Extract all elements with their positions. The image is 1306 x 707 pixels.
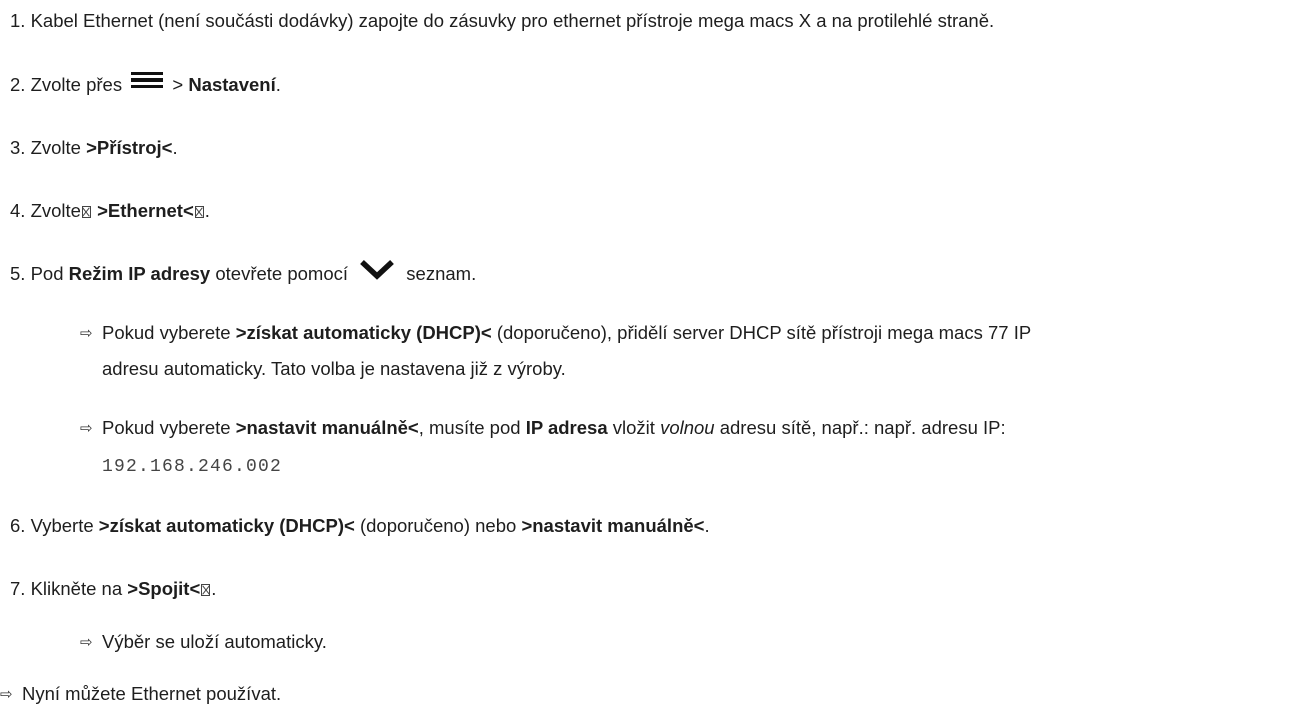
step-number: 1. bbox=[10, 10, 26, 31]
dhcp-option-label: >získat automaticky (DHCP)< bbox=[235, 322, 492, 343]
step-text: Vyberte bbox=[30, 515, 94, 536]
final-result: ⇨ Nyní můžete Ethernet používat. bbox=[0, 683, 282, 704]
result-saved: ⇨ Výběr se uloží automaticky. bbox=[80, 631, 327, 652]
step-5: 5. Pod Režim IP adresy otevřete pomocí s… bbox=[10, 260, 476, 287]
manual-option-label: >nastavit manuálně< bbox=[235, 417, 419, 438]
manual-option-label: >nastavit manuálně< bbox=[521, 515, 705, 536]
step-number: 3. bbox=[10, 137, 26, 158]
result-arrow-icon: ⇨ bbox=[0, 685, 13, 703]
step-text: Klikněte na bbox=[30, 578, 123, 599]
step-text: Zvolte přes bbox=[30, 74, 123, 95]
result-arrow-icon: ⇨ bbox=[80, 324, 93, 342]
volnou-text: volnou bbox=[660, 417, 715, 438]
chevron-down-icon bbox=[360, 260, 395, 280]
spojit-label: >Spojit< bbox=[127, 578, 201, 599]
step-number: 6. bbox=[10, 515, 26, 536]
result-arrow-icon: ⇨ bbox=[80, 419, 93, 437]
step-3: 3. Zvolte >Přístroj<. bbox=[10, 137, 178, 158]
step-number: 2. bbox=[10, 74, 26, 95]
step-number: 7. bbox=[10, 578, 26, 599]
missing-glyph-box-icon bbox=[194, 206, 204, 218]
pristroj-label: >Přístroj< bbox=[86, 137, 173, 158]
step-text: Zvolte bbox=[30, 137, 81, 158]
step-2: 2. Zvolte přes > Nastavení. bbox=[10, 71, 281, 97]
missing-glyph-box-icon bbox=[81, 206, 91, 218]
step-7: 7. Klikněte na >Spojit<. bbox=[10, 578, 217, 599]
step-text: Kabel Ethernet (není součásti dodávky) z… bbox=[30, 10, 995, 31]
step-text: Pod bbox=[30, 263, 64, 284]
rezim-ip-label: Režim IP adresy bbox=[68, 263, 211, 284]
step-1: 1. Kabel Ethernet (není součásti dodávky… bbox=[10, 9, 994, 33]
ethernet-label: >Ethernet< bbox=[97, 200, 194, 221]
nastaveni-label: Nastavení bbox=[188, 74, 276, 95]
ip-address-label: IP adresa bbox=[525, 417, 608, 438]
result-dhcp-line-2: adresu automaticky. Tato volba je nastav… bbox=[102, 358, 566, 379]
step-4: 4. Zvolte >Ethernet<. bbox=[10, 200, 210, 221]
step-6: 6. Vyberte >získat automaticky (DHCP)< (… bbox=[10, 515, 710, 536]
result-manual-line-1: ⇨ Pokud vyberete >nastavit manuálně<, mus… bbox=[80, 417, 1006, 438]
missing-glyph-box-icon bbox=[201, 584, 211, 596]
result-dhcp-line-1: ⇨ Pokud vyberete >získat automaticky (DHC… bbox=[80, 322, 1032, 343]
result-arrow-icon: ⇨ bbox=[80, 633, 93, 651]
separator: > bbox=[172, 74, 184, 95]
step-number: 5. bbox=[10, 263, 26, 284]
dhcp-option-label: >získat automaticky (DHCP)< bbox=[98, 515, 355, 536]
step-number: 4. bbox=[10, 200, 26, 221]
hamburger-menu-icon bbox=[131, 71, 164, 89]
ip-address-example: 192.168.246.002 bbox=[102, 457, 283, 477]
step-text: Zvolte bbox=[30, 200, 81, 221]
